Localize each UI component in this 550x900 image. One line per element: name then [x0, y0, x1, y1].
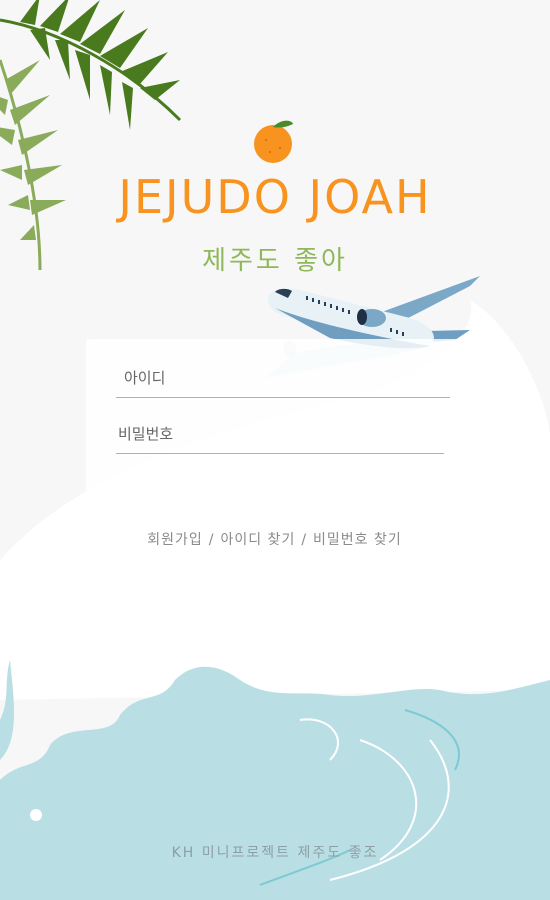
signup-link[interactable]: 회원가입	[147, 532, 203, 548]
sea-drop	[30, 809, 42, 821]
id-input[interactable]	[116, 359, 450, 398]
sea-wave	[0, 666, 550, 900]
tangerine-icon	[254, 120, 293, 163]
account-links: 회원가입 / 아이디 찾기 / 비밀번호 찾기	[86, 529, 463, 549]
link-separator: /	[301, 532, 308, 548]
footer-text: KH 미니프로젝트 제주도 좋조	[171, 845, 379, 861]
link-separator: /	[208, 532, 215, 548]
login-card: 회원가입 / 아이디 찾기 / 비밀번호 찾기	[86, 339, 463, 578]
find-id-link[interactable]: 아이디 찾기	[220, 532, 295, 548]
brand-title: JEJUDO JOAH	[118, 170, 432, 224]
password-input[interactable]	[116, 415, 444, 454]
brand-subtitle: 제주도 좋아	[202, 246, 348, 276]
palm-leaves-illustration	[0, 0, 182, 271]
find-password-link[interactable]: 비밀번호 찾기	[313, 532, 402, 548]
